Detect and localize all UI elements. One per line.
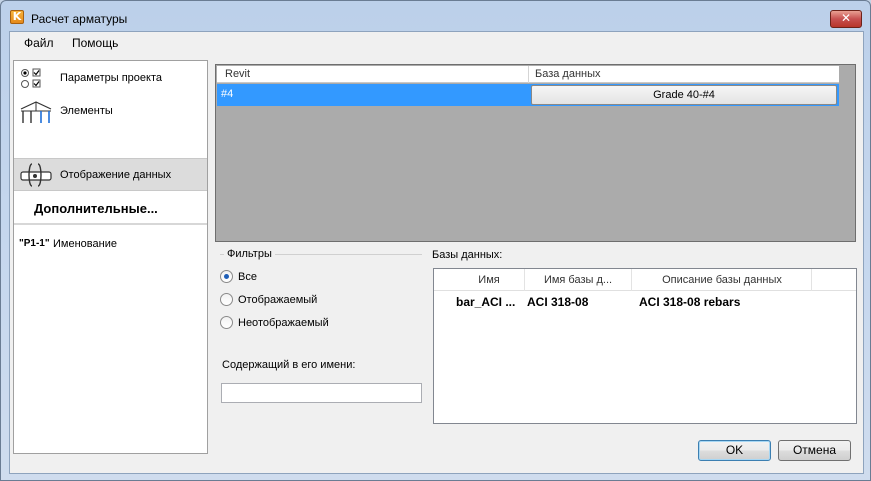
radio-checked-icon[interactable] bbox=[220, 270, 233, 283]
column-header-db-description[interactable]: Описание базы данных bbox=[633, 274, 811, 286]
title-bar: K Расчет арматуры ✕ bbox=[1, 1, 870, 31]
sidebar-item-naming[interactable]: "P1-1" Именование bbox=[14, 227, 207, 260]
sidebar-item-label: Параметры проекта bbox=[60, 71, 162, 84]
table-row[interactable]: #4 Grade 40-#4 bbox=[217, 84, 839, 106]
sidebar-item-label: Именование bbox=[53, 237, 117, 250]
ok-button[interactable]: OK bbox=[698, 440, 771, 461]
filter-radio-displayed[interactable]: Отображаемый bbox=[220, 293, 317, 306]
cancel-button[interactable]: Отмена bbox=[778, 440, 851, 461]
cell-description: ACI 318-08 rebars bbox=[639, 295, 741, 309]
cell-revit[interactable]: #4 bbox=[217, 84, 528, 106]
radio-checkbox-icon bbox=[18, 64, 54, 92]
structure-frame-icon bbox=[18, 97, 54, 125]
close-button[interactable]: ✕ bbox=[830, 10, 862, 28]
naming-badge: "P1-1" bbox=[19, 238, 50, 249]
rebar-mapping-icon bbox=[18, 161, 54, 189]
cell-database: Grade 40-#4 bbox=[528, 84, 839, 106]
databases-header: Имя Имя базы д... Описание базы данных bbox=[434, 269, 856, 291]
column-header-revit[interactable]: Revit bbox=[225, 68, 250, 80]
close-icon: ✕ bbox=[840, 11, 852, 25]
sidebar-item-label: Элементы bbox=[60, 104, 113, 117]
app-logo-icon: K bbox=[10, 10, 24, 24]
sidebar-item-data-display[interactable]: Отображение данных bbox=[14, 158, 207, 191]
mapping-grid[interactable]: Revit База данных #4 Grade 40-#4 bbox=[215, 64, 856, 242]
sidebar-item-label: Отображение данных bbox=[60, 168, 172, 181]
mapping-grid-header: Revit База данных bbox=[217, 66, 839, 83]
column-header-db-name[interactable]: Имя базы д... bbox=[526, 274, 630, 286]
table-row[interactable]: bar_ACI ... ACI 318-08 ACI 318-08 rebars bbox=[434, 294, 856, 312]
databases-label: Базы данных: bbox=[432, 249, 503, 261]
radio-unchecked-icon[interactable] bbox=[220, 293, 233, 306]
radio-unchecked-icon[interactable] bbox=[220, 316, 233, 329]
sidebar-item-elements[interactable]: Элементы bbox=[14, 94, 207, 127]
menu-bar: Файл Помощь bbox=[10, 32, 863, 54]
filters-group: Фильтры Все Отображаемый Неотображаемый … bbox=[214, 246, 426, 424]
column-header-name[interactable]: Имя bbox=[454, 274, 524, 286]
filter-radio-not-displayed[interactable]: Неотображаемый bbox=[220, 316, 329, 329]
dialog-window: K Расчет арматуры ✕ Файл Помощь Параметр… bbox=[0, 0, 871, 481]
cell-db-name: ACI 318-08 bbox=[527, 295, 589, 309]
sidebar-nav: Параметры проекта Элементы Отображение д… bbox=[13, 60, 208, 454]
contains-name-input[interactable] bbox=[221, 383, 422, 403]
column-header-database[interactable]: База данных bbox=[535, 68, 601, 80]
filters-title: Фильтры bbox=[224, 248, 275, 260]
filter-radio-all[interactable]: Все bbox=[220, 270, 257, 283]
cell-name: bar_ACI ... bbox=[456, 295, 516, 309]
menu-help[interactable]: Помощь bbox=[72, 36, 118, 50]
contains-name-label: Содержащий в его имени: bbox=[222, 359, 356, 371]
client-area: Файл Помощь Параметры проекта Элементы О… bbox=[9, 31, 864, 474]
sidebar-section-additional: Дополнительные... bbox=[14, 192, 207, 225]
menu-file[interactable]: Файл bbox=[24, 36, 54, 50]
window-title: Расчет арматуры bbox=[31, 12, 128, 26]
database-select-button[interactable]: Grade 40-#4 bbox=[531, 85, 837, 105]
sidebar-item-project-params[interactable]: Параметры проекта bbox=[14, 61, 207, 94]
databases-list[interactable]: Имя Имя базы д... Описание базы данных b… bbox=[433, 268, 857, 424]
